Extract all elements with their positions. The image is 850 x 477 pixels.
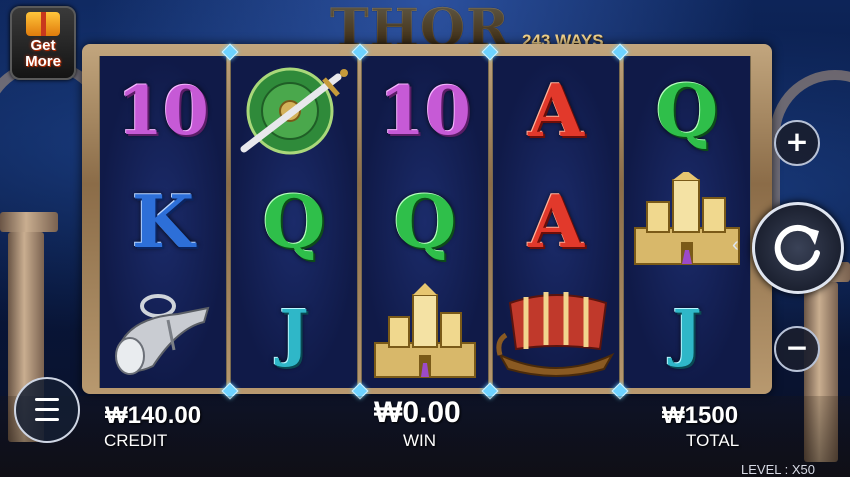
minus-icon: − [785, 331, 809, 364]
gift-box-icon [26, 12, 60, 36]
hamburger-icon-line [35, 408, 59, 411]
credit-label: CREDIT [104, 431, 168, 450]
get-more-button[interactable]: Get More [10, 6, 76, 80]
asgard-palace-symbol [365, 282, 485, 383]
symbol-ten: 10 [379, 72, 471, 151]
game-screen: Get More THOR 243 WAYS 10 K Q J 10 Q A A… [0, 0, 850, 477]
spin-button[interactable] [752, 202, 844, 294]
symbol-ace: A [528, 68, 584, 154]
hamburger-icon-line [35, 398, 59, 401]
credit-value: ₩140.00 [105, 402, 202, 429]
reel-4: A A [492, 56, 620, 388]
drinking-horn-symbol [103, 283, 223, 383]
reel-grid: 10 K Q J 10 Q A A Q J [99, 56, 751, 388]
bet-increase-button[interactable]: + [774, 120, 820, 166]
total-value: ₩1500 [662, 402, 739, 429]
refresh-icon [774, 224, 820, 271]
win-value: ₩0.00 [374, 396, 461, 429]
get-more-label-line1: Get [30, 37, 56, 54]
bet-decrease-button[interactable]: − [774, 326, 820, 372]
symbol-queen: Q [262, 178, 326, 264]
reel-1: 10 K [99, 56, 227, 388]
reel-5: Q J [623, 56, 751, 388]
viking-ship-symbol [496, 283, 616, 383]
total-label: TOTAL [686, 431, 740, 450]
reel-3: 10 Q [361, 56, 489, 388]
get-more-label-line2: More [25, 53, 61, 70]
menu-button[interactable] [14, 377, 80, 443]
symbol-jack: J [672, 295, 702, 369]
level-indicator: LEVEL : X50 [741, 462, 815, 477]
symbol-jack: J [279, 295, 309, 369]
plus-icon: + [785, 125, 809, 158]
shield-sword-symbol [234, 61, 354, 161]
symbol-king: K [131, 178, 195, 264]
hamburger-icon-line [35, 418, 59, 421]
background-pillar-left [0, 212, 58, 232]
win-label: WIN [403, 431, 437, 450]
symbol-queen: Q [393, 178, 457, 264]
spin-arrow-left-icon: ‹ [732, 234, 739, 256]
symbol-queen: Q [655, 68, 719, 154]
asgard-palace-symbol [627, 171, 747, 272]
symbol-ten: 10 [117, 72, 209, 151]
symbol-ace: A [528, 178, 584, 264]
reel-2: Q J [230, 56, 358, 388]
